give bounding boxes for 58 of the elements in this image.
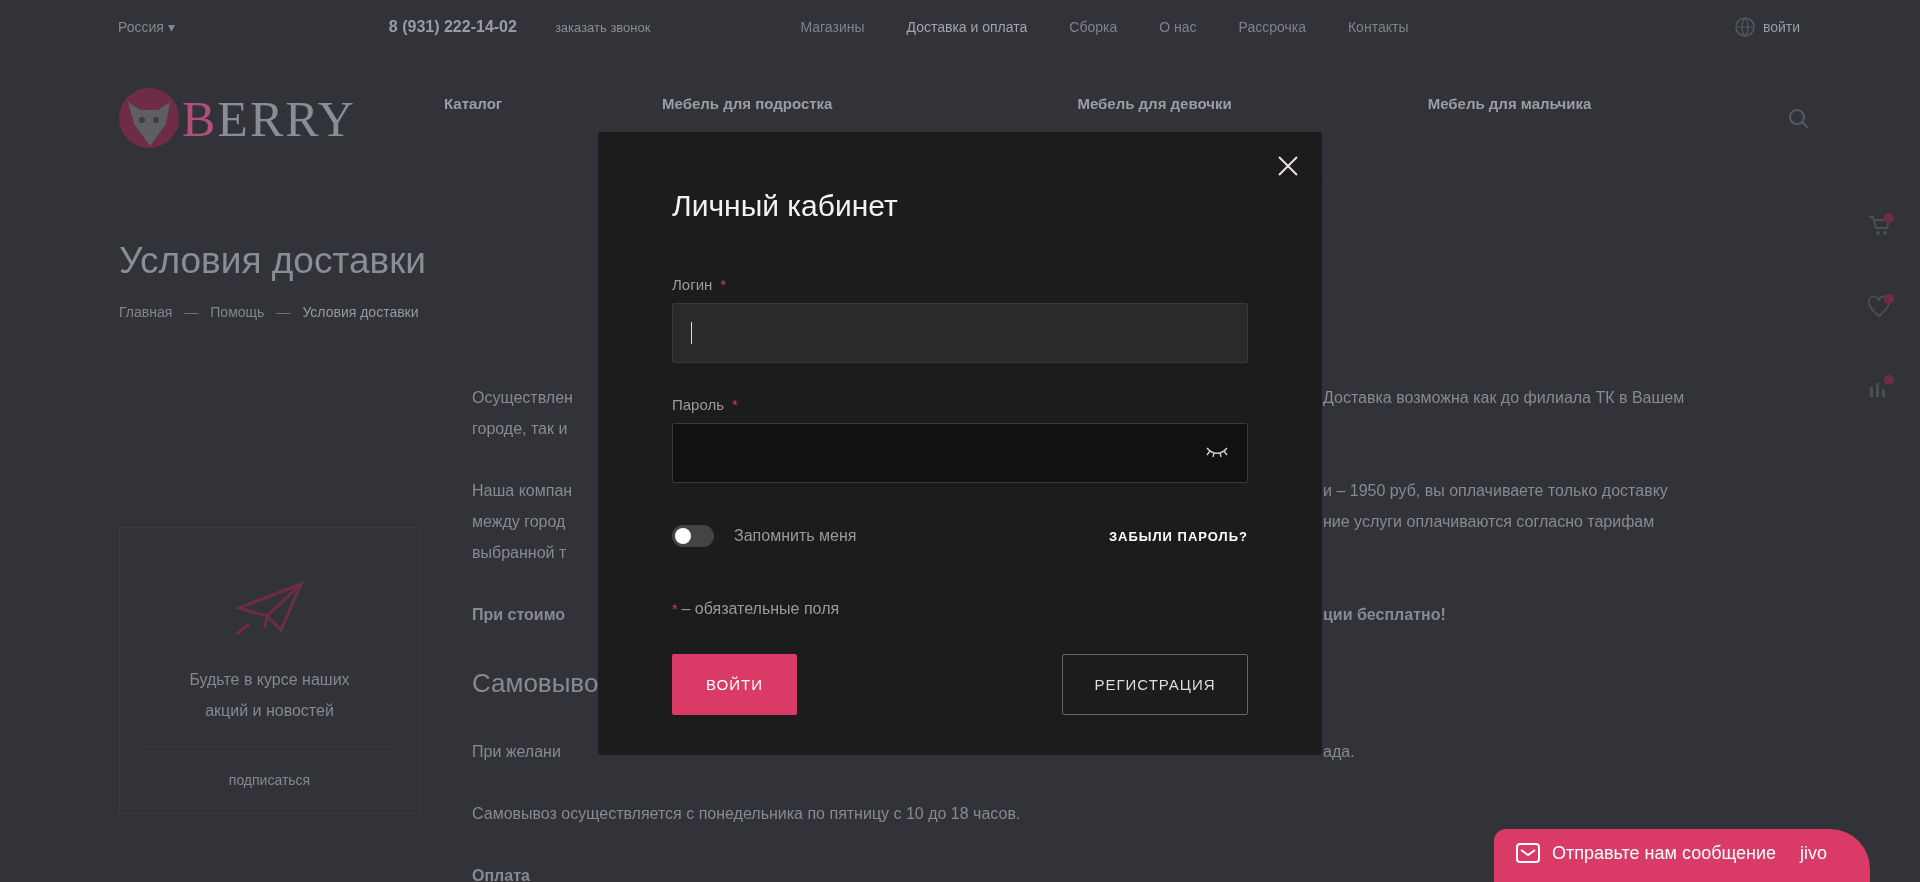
register-button[interactable]: РЕГИСТРАЦИЯ	[1062, 654, 1248, 715]
top-nav-link[interactable]: Контакты	[1347, 19, 1409, 35]
paragraph-text: Наша компан	[472, 481, 574, 500]
field-label: Логин *	[672, 276, 727, 295]
paragraph-text: между город	[472, 512, 567, 531]
top-nav-link[interactable]: Доставка и оплата	[906, 19, 1028, 35]
callback-link[interactable]: заказать звонок	[554, 19, 651, 35]
paragraph-text: и – 1950 руб, вы оплачиваете только доставку	[1323, 481, 1668, 500]
envelope-icon	[1516, 843, 1540, 863]
required-note: * – обязательные поля	[672, 599, 841, 619]
heart-icon[interactable]	[1867, 294, 1896, 318]
search-icon[interactable]	[1788, 108, 1810, 130]
breadcrumb-separator: —	[276, 304, 291, 320]
breadcrumb-current: Условия доставки	[302, 304, 419, 320]
breadcrumb-link[interactable]: Главная	[119, 304, 173, 320]
subscribe-text: Будьте в курсе наших акций и новостей	[188, 670, 351, 721]
paragraph-text: Осуществлен	[472, 388, 574, 407]
dialog-title: Личный кабинет	[672, 188, 899, 224]
phone-number: 8 (931) 222-14-02	[388, 18, 517, 36]
forgot-password-link[interactable]: ЗАБЫЛИ ПАРОЛЬ?	[1108, 528, 1248, 544]
remember-toggle[interactable]	[672, 525, 714, 547]
page-title: Условия доставки	[119, 240, 427, 282]
field-label: Пароль *	[672, 396, 738, 415]
paragraph-text: Оплата	[472, 866, 531, 882]
compare-icon[interactable]	[1867, 375, 1896, 399]
top-nav-link[interactable]: О нас	[1159, 19, 1197, 35]
remember-label: Запомнить меня	[734, 527, 857, 545]
paper-plane-icon	[234, 578, 305, 636]
section-heading: Самовыво	[472, 667, 599, 699]
paragraph-text: ции бесплатно!	[1323, 605, 1446, 624]
chat-button[interactable]: Отправьте нам сообщение jivo	[1494, 829, 1870, 882]
main-nav-link[interactable]: Мебель для девочки	[1077, 95, 1232, 112]
top-nav-link[interactable]: Рассрочка	[1238, 19, 1306, 35]
paragraph-text: выбранной т	[472, 543, 568, 562]
main-nav-link[interactable]: Мебель для мальчика	[1427, 95, 1592, 112]
close-icon[interactable]	[1276, 154, 1300, 178]
login-button[interactable]: ВОЙТИ	[672, 654, 797, 715]
main-nav-link[interactable]: Каталог	[443, 95, 503, 112]
region-selector[interactable]: Россия ▾	[118, 19, 175, 35]
logo-text[interactable]: BERRY	[182, 90, 356, 148]
input-field[interactable]	[672, 423, 1248, 483]
paragraph-text: ние услуги оплачиваются согласно тарифам	[1323, 512, 1655, 531]
globe-icon	[1734, 17, 1755, 37]
paragraph-text: При стоимо	[472, 605, 567, 624]
top-nav-link[interactable]: Сборка	[1069, 19, 1118, 35]
main-nav-link[interactable]: Мебель для подростка	[662, 95, 833, 112]
paragraph-text: При желани	[472, 742, 562, 761]
login-link[interactable]: войти	[1734, 17, 1800, 37]
breadcrumb-link[interactable]: Помощь	[210, 304, 265, 320]
paragraph-text: ада.	[1323, 742, 1355, 761]
paragraph-text: Самовывоз осуществляется с понедельника по пятницу с 10 до 18 часов.	[472, 804, 1021, 823]
top-nav-link[interactable]: Магазины	[800, 19, 865, 35]
input-field[interactable]	[672, 303, 1248, 363]
subscribe-link[interactable]: подписаться	[144, 746, 395, 813]
breadcrumb-separator: —	[184, 304, 199, 320]
paragraph-text: городе, так и	[472, 419, 569, 438]
paragraph-text: Доставка возможна как до филиала ТК в Вашем	[1323, 388, 1685, 407]
cart-icon[interactable]	[1867, 213, 1896, 237]
